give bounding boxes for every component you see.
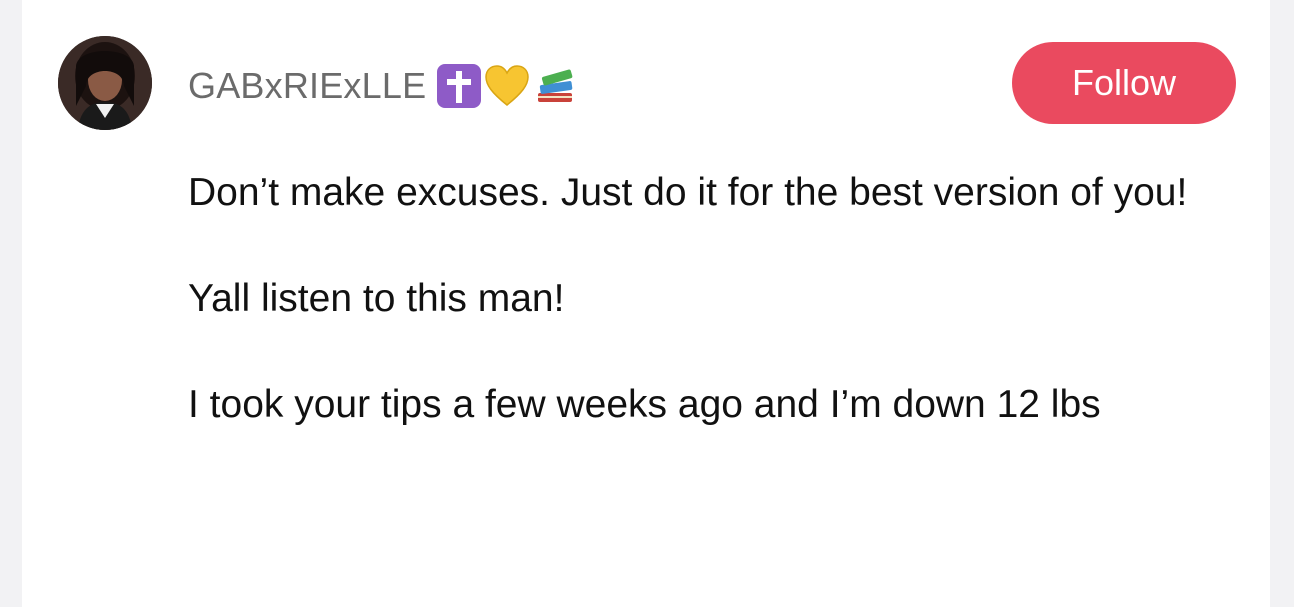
yellow-heart-icon	[485, 65, 530, 106]
comment-body: Don’t make excuses. Just do it for the b…	[188, 162, 1248, 480]
comment-paragraph: I took your tips a few weeks ago and I’m…	[188, 383, 1101, 426]
comment-paragraph: Don’t make excuses. Just do it for the b…	[188, 171, 1188, 214]
avatar[interactable]	[58, 36, 152, 130]
comment-card: GABxRIExLLE Follow Don’t make excuses. J…	[22, 0, 1270, 607]
username[interactable]: GABxRIExLLE	[188, 65, 426, 107]
username-row: GABxRIExLLE	[188, 62, 578, 110]
books-icon	[538, 69, 573, 102]
latin-cross-icon	[437, 64, 482, 108]
follow-button[interactable]: Follow	[1012, 42, 1236, 124]
username-badges	[436, 63, 578, 109]
comment-paragraph: Yall listen to this man!	[188, 277, 565, 320]
avatar-image	[58, 36, 152, 130]
